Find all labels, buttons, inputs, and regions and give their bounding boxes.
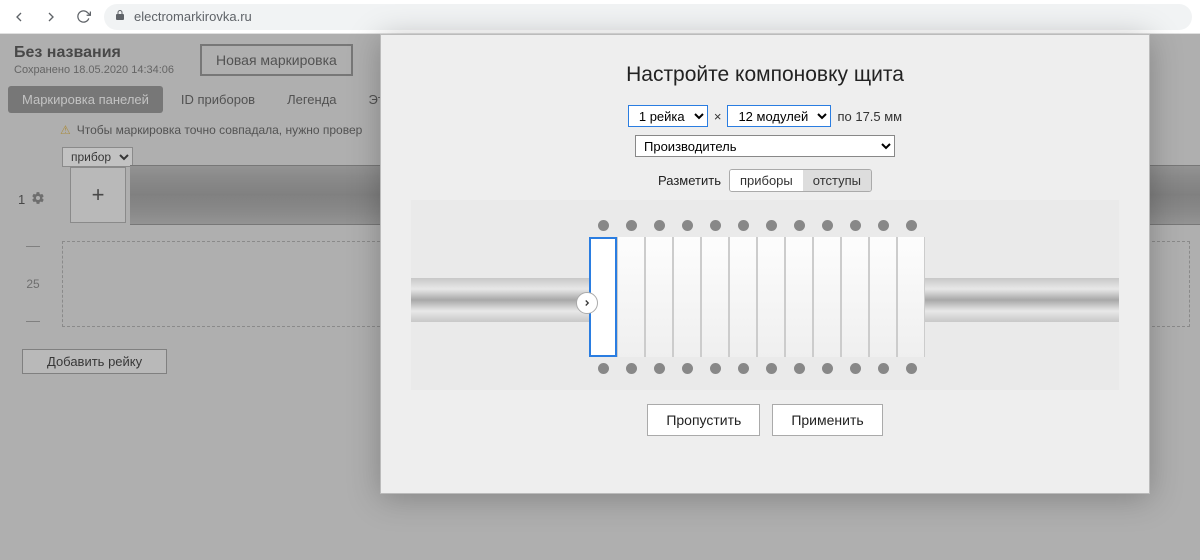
module-body	[645, 237, 673, 357]
module-body	[841, 237, 869, 357]
terminal-hole-icon	[710, 220, 721, 231]
skip-button[interactable]: Пропустить	[647, 404, 760, 436]
config-row: 1 рейка × 12 модулей по 17.5 мм	[381, 105, 1149, 127]
module-pitch-label: по 17.5 мм	[837, 109, 902, 124]
manufacturer-select[interactable]: Производитель	[635, 135, 895, 157]
module-body	[757, 237, 785, 357]
address-bar[interactable]: electromarkirovka.ru	[104, 4, 1192, 30]
layout-mode-segmented: приборы отступы	[729, 169, 872, 192]
module-slot[interactable]	[785, 214, 813, 380]
terminal-hole-icon	[766, 363, 777, 374]
terminal-hole-icon	[906, 220, 917, 231]
module-body	[813, 237, 841, 357]
terminal-hole-icon	[822, 363, 833, 374]
terminal-hole-icon	[626, 363, 637, 374]
module-slot[interactable]	[757, 214, 785, 380]
terminal-hole-icon	[654, 363, 665, 374]
seg-offsets[interactable]: отступы	[803, 170, 871, 191]
terminal-hole-icon	[850, 220, 861, 231]
layout-mode-label: Разметить	[658, 173, 721, 188]
terminal-hole-icon	[738, 220, 749, 231]
module-slot[interactable]	[869, 214, 897, 380]
module-count-select[interactable]: 12 модулей	[727, 105, 831, 127]
module-slot[interactable]	[701, 214, 729, 380]
reload-button[interactable]	[72, 6, 94, 28]
din-preview	[411, 200, 1119, 390]
module-slot[interactable]	[897, 214, 925, 380]
modal-title: Настройте компоновку щита	[381, 35, 1149, 105]
terminal-hole-icon	[878, 220, 889, 231]
terminal-hole-icon	[906, 363, 917, 374]
url-text: electromarkirovka.ru	[134, 9, 252, 24]
terminal-hole-icon	[626, 220, 637, 231]
terminal-hole-icon	[710, 363, 721, 374]
terminal-hole-icon	[654, 220, 665, 231]
module-slot[interactable]	[673, 214, 701, 380]
back-button[interactable]	[8, 6, 30, 28]
terminal-hole-icon	[598, 363, 609, 374]
module-body	[701, 237, 729, 357]
layout-modal: Настройте компоновку щита 1 рейка × 12 м…	[380, 34, 1150, 494]
seg-devices[interactable]: приборы	[730, 170, 803, 191]
apply-button[interactable]: Применить	[772, 404, 882, 436]
module-body	[729, 237, 757, 357]
terminal-hole-icon	[738, 363, 749, 374]
terminal-hole-icon	[822, 220, 833, 231]
lock-icon	[114, 9, 126, 24]
module-body	[785, 237, 813, 357]
modal-actions: Пропустить Применить	[381, 390, 1149, 436]
terminal-hole-icon	[878, 363, 889, 374]
terminal-hole-icon	[766, 220, 777, 231]
module-slot[interactable]	[841, 214, 869, 380]
terminal-hole-icon	[598, 220, 609, 231]
module-slot[interactable]	[645, 214, 673, 380]
terminal-hole-icon	[682, 220, 693, 231]
module-body	[869, 237, 897, 357]
module-body	[897, 237, 925, 357]
terminal-hole-icon	[794, 363, 805, 374]
chevron-right-icon[interactable]	[576, 292, 598, 314]
module-row	[589, 214, 925, 380]
module-body	[673, 237, 701, 357]
forward-button[interactable]	[40, 6, 62, 28]
rail-count-select[interactable]: 1 рейка	[628, 105, 708, 127]
browser-chrome: electromarkirovka.ru	[0, 0, 1200, 34]
terminal-hole-icon	[682, 363, 693, 374]
module-body	[617, 237, 645, 357]
layout-mode-row: Разметить приборы отступы	[381, 169, 1149, 192]
module-slot[interactable]	[729, 214, 757, 380]
terminal-hole-icon	[794, 220, 805, 231]
multiply-sign: ×	[714, 109, 722, 124]
module-slot[interactable]	[617, 214, 645, 380]
terminal-hole-icon	[850, 363, 861, 374]
manufacturer-row: Производитель	[381, 135, 1149, 157]
module-slot[interactable]	[813, 214, 841, 380]
